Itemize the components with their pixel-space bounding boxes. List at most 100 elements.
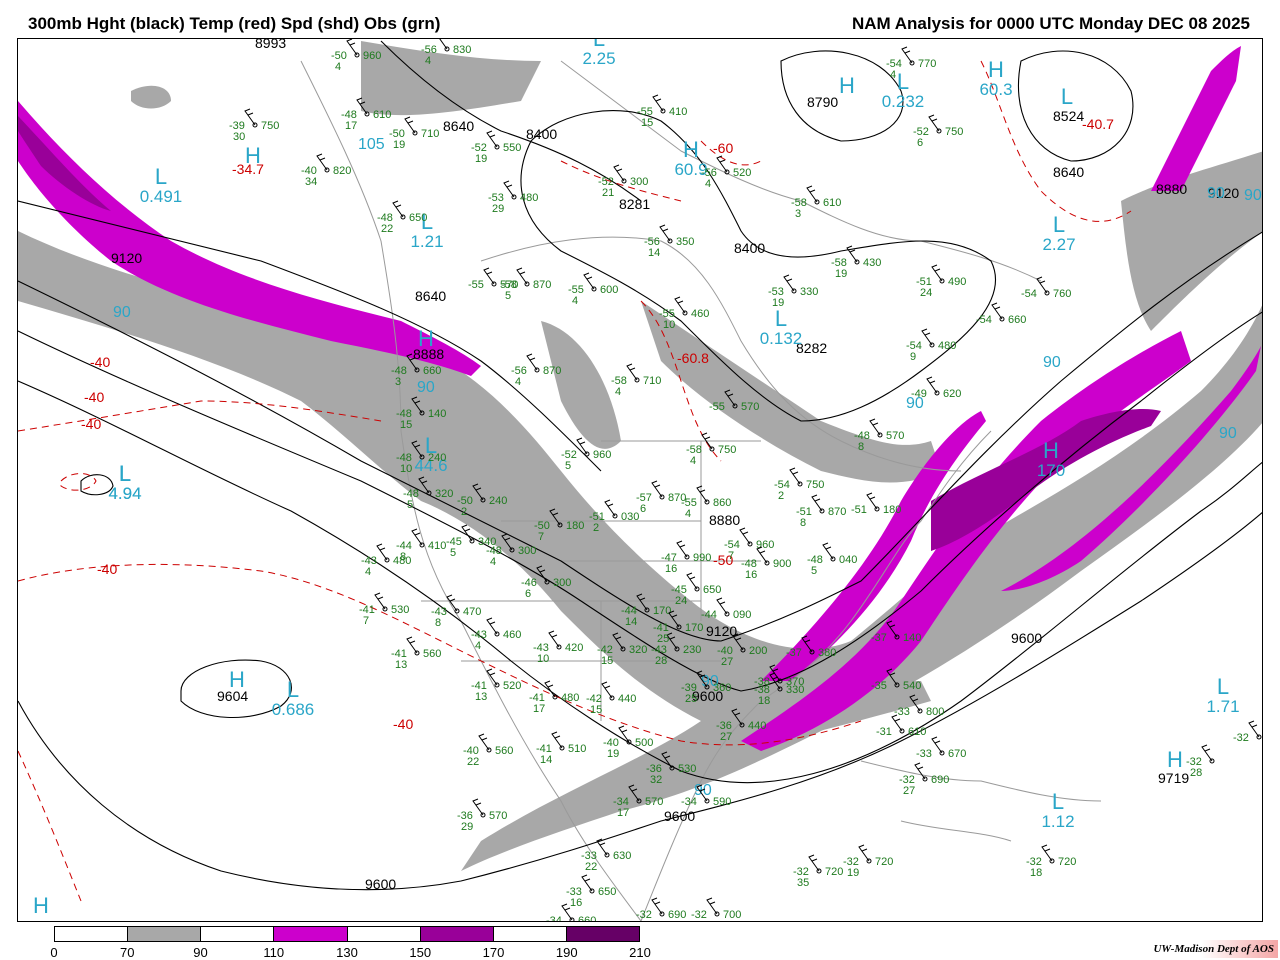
temp-label: -40 (97, 561, 117, 577)
station-obs: -49 620 (911, 376, 961, 400)
speed-legend-bar (54, 926, 640, 942)
obs-dewpoint: 6 (917, 137, 923, 149)
center-letter: H (33, 893, 49, 918)
wind-barb (526, 353, 538, 371)
obs-height: 650 (703, 584, 721, 596)
center-letter: H (1167, 747, 1183, 772)
station-obs: -54 7704 (886, 46, 936, 81)
wind-barb (486, 617, 498, 635)
legend-tick: 130 (336, 945, 358, 960)
legend-segment (346, 927, 420, 941)
obs-height: 830 (453, 44, 471, 56)
wind-barb (651, 897, 663, 915)
wind-barb (346, 39, 358, 56)
wind-barb (583, 272, 595, 290)
station-obs: -52 7506 (913, 114, 963, 149)
obs-dewpoint: 14 (648, 247, 660, 259)
credit-label: UW-Madison Dept of AOS (1149, 940, 1278, 958)
temperature-contours (18, 60, 1132, 902)
obs-dewpoint: 22 (467, 756, 479, 768)
obs-height: 720 (825, 866, 843, 878)
obs-dewpoint: 28 (1190, 767, 1202, 779)
pressure-center: L1.71 (1206, 674, 1239, 716)
pressure-center: H (229, 667, 245, 692)
obs-dewpoint: 13 (475, 691, 487, 703)
obs-temp: -34 (681, 796, 697, 808)
obs-dewpoint: 19 (835, 268, 847, 280)
pressure-center: L2.27 (1042, 212, 1075, 254)
legend-tick: 110 (263, 945, 285, 960)
center-letter: L (1061, 84, 1073, 109)
temp-label: -40 (81, 416, 101, 432)
height-label: 9600 (1011, 630, 1042, 646)
wind-barb (858, 844, 870, 862)
station-obs: -41 48017 (529, 680, 579, 715)
wind-barb (626, 363, 638, 381)
station-obs: -54 760 (1021, 276, 1071, 300)
wind-barb (516, 267, 528, 285)
wind-barb (486, 130, 498, 148)
station-obs: -33 670 (916, 736, 966, 760)
obs-dewpoint: 25 (685, 693, 697, 705)
station-obs: -32 72019 (843, 844, 893, 879)
legend-segment (419, 927, 493, 941)
obs-temp: -33 (894, 706, 910, 718)
station-obs: -36 57029 (457, 798, 507, 833)
analysis-time: NAM Analysis for 0000 UTC Monday DEC 08 … (851, 14, 1250, 33)
station-obs: -53 48029 (488, 180, 538, 215)
wind-barb (581, 874, 593, 892)
pressure-center: L (1061, 84, 1073, 109)
temp-label: -40 (84, 389, 104, 405)
height-label: 9719 (1158, 770, 1189, 786)
obs-height: 170 (685, 622, 703, 634)
station-obs: -43 42010 (533, 630, 583, 665)
wind-barb (651, 480, 663, 498)
station-obs: -54 660 (976, 302, 1026, 326)
temp-label: -40 (393, 716, 413, 732)
obs-dewpoint: 5 (565, 460, 571, 472)
center-value: 0.491 (140, 187, 183, 206)
station-obs: -47 99016 (661, 540, 711, 575)
wind-barb (706, 897, 718, 915)
obs-height: 720 (875, 856, 893, 868)
obs-temp: -55 (468, 279, 484, 291)
wind-barb (503, 180, 515, 198)
wind-barb (869, 418, 881, 436)
wind-barb (676, 540, 688, 558)
obs-dewpoint: 25 (657, 633, 669, 645)
station-obs: -53 33019 (768, 274, 818, 309)
obs-dewpoint: 10 (537, 653, 549, 665)
station-obs: -58 8705 (501, 267, 551, 302)
height-label: 8400 (734, 240, 765, 256)
pressure-center: L0.686 (272, 677, 315, 719)
obs-height: 240 (428, 452, 446, 464)
obs-height: 480 (393, 555, 411, 567)
obs-temp: -44 (701, 609, 717, 621)
obs-height: 170 (653, 605, 671, 617)
wind-barb (604, 499, 616, 517)
map-canvas: 89938640 84008281840082828640912091208640… (18, 39, 1262, 921)
station-obs: -50 71019 (389, 116, 439, 151)
station-obs: -58 6103 (791, 185, 841, 220)
height-label: 8880 (709, 512, 740, 528)
obs-dewpoint: 5 (505, 290, 511, 302)
station-obs: -51 0302 (589, 499, 639, 534)
pressure-center: L4.94 (108, 461, 141, 503)
obs-height: 300 (518, 545, 536, 557)
temp-label: -40.7 (1082, 116, 1114, 132)
obs-dewpoint: 8 (800, 517, 806, 529)
temp-label: -60.8 (677, 350, 709, 366)
station-obs: -33 65016 (566, 874, 616, 909)
station-obs: -45 65024 (671, 572, 721, 607)
obs-dewpoint: 17 (617, 807, 629, 819)
wind-barb (931, 736, 943, 754)
obs-dewpoint: 19 (772, 297, 784, 309)
pressure-center: H (418, 326, 434, 351)
legend-tick: 190 (555, 945, 578, 960)
obs-height: 560 (495, 745, 513, 757)
obs-height: 430 (863, 257, 881, 269)
obs-dewpoint: 2 (593, 522, 599, 534)
obs-dewpoint: 2 (778, 490, 784, 502)
station-obs: -52 30021 (598, 164, 648, 199)
obs-dewpoint: 24 (675, 595, 687, 607)
